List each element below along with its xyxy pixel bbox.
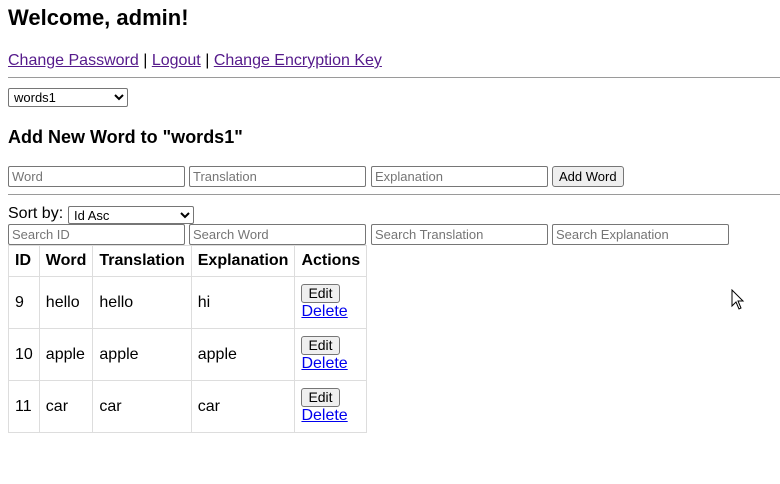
- sort-label: Sort by:: [8, 205, 64, 222]
- cell-translation: apple: [92, 328, 192, 381]
- nav-links: Change Password | Logout | Change Encryp…: [8, 51, 382, 71]
- cell-actions: Edit Delete: [294, 276, 368, 329]
- cell-id: 11: [8, 380, 40, 433]
- search-id-input[interactable]: [8, 224, 185, 245]
- word-list-select[interactable]: words1: [8, 88, 128, 107]
- edit-button[interactable]: Edit: [301, 388, 340, 407]
- cell-id: 10: [8, 328, 40, 381]
- sort-select[interactable]: Id Asc: [68, 206, 194, 224]
- cell-word: apple: [38, 328, 94, 381]
- edit-button[interactable]: Edit: [301, 336, 340, 355]
- logout-link[interactable]: Logout: [152, 52, 201, 69]
- translation-input[interactable]: [189, 166, 366, 187]
- column-header-actions: Actions: [294, 245, 368, 277]
- column-header-id: ID: [8, 245, 40, 277]
- cell-actions: Edit Delete: [294, 380, 368, 433]
- table-row: 11 car car car Edit Delete: [8, 380, 368, 433]
- delete-link[interactable]: Delete: [301, 355, 360, 373]
- explanation-input[interactable]: [371, 166, 548, 187]
- add-word-button[interactable]: Add Word: [552, 166, 624, 187]
- divider: [8, 194, 780, 195]
- word-input[interactable]: [8, 166, 185, 187]
- cell-id: 9: [8, 276, 40, 329]
- change-encryption-key-link[interactable]: Change Encryption Key: [214, 52, 382, 69]
- delete-link[interactable]: Delete: [301, 303, 360, 321]
- welcome-heading: Welcome, admin!: [8, 5, 189, 30]
- mouse-cursor-icon: [731, 289, 745, 310]
- change-password-link[interactable]: Change Password: [8, 52, 139, 69]
- cell-actions: Edit Delete: [294, 328, 368, 381]
- cell-word: car: [38, 380, 94, 433]
- cell-translation: car: [92, 380, 192, 433]
- edit-button[interactable]: Edit: [301, 284, 340, 303]
- cell-explanation: apple: [190, 328, 296, 381]
- nav-separator: |: [143, 52, 148, 69]
- cell-explanation: hi: [190, 276, 296, 329]
- nav-separator: |: [205, 52, 210, 69]
- column-header-explanation: Explanation: [190, 245, 296, 277]
- search-word-input[interactable]: [189, 224, 366, 245]
- cell-word: hello: [38, 276, 94, 329]
- divider: [8, 77, 780, 78]
- cell-translation: hello: [92, 276, 192, 329]
- table-row: 9 hello hello hi Edit Delete: [8, 276, 368, 329]
- delete-link[interactable]: Delete: [301, 407, 360, 425]
- column-header-translation: Translation: [92, 245, 192, 277]
- page: Welcome, admin! Change Password | Logout…: [0, 0, 780, 484]
- column-header-word: Word: [38, 245, 94, 277]
- cell-explanation: car: [190, 380, 296, 433]
- search-explanation-input[interactable]: [552, 224, 729, 245]
- add-word-heading: Add New Word to "words1": [8, 127, 243, 147]
- words-table: ID Word Translation Explanation Actions …: [8, 245, 368, 433]
- search-translation-input[interactable]: [371, 224, 548, 245]
- table-header-row: ID Word Translation Explanation Actions: [8, 245, 368, 277]
- table-row: 10 apple apple apple Edit Delete: [8, 328, 368, 381]
